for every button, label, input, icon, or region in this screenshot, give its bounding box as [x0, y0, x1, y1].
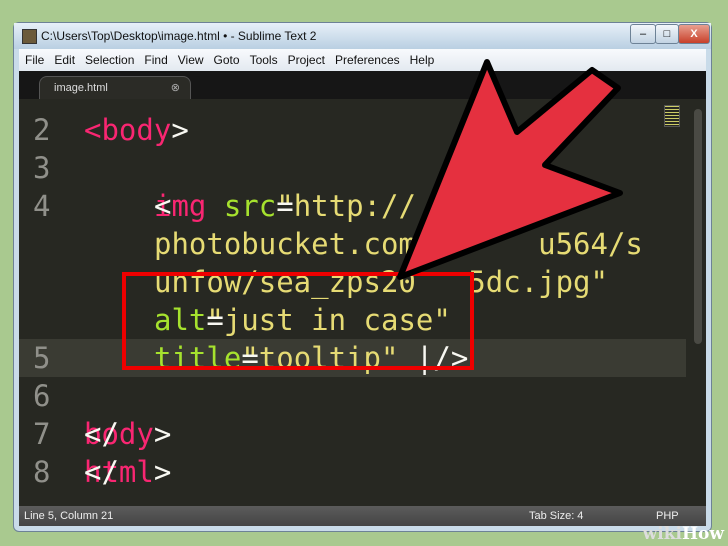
wikihow-logo: wikiHow: [642, 524, 724, 544]
red-arrow-icon: [397, 59, 623, 280]
